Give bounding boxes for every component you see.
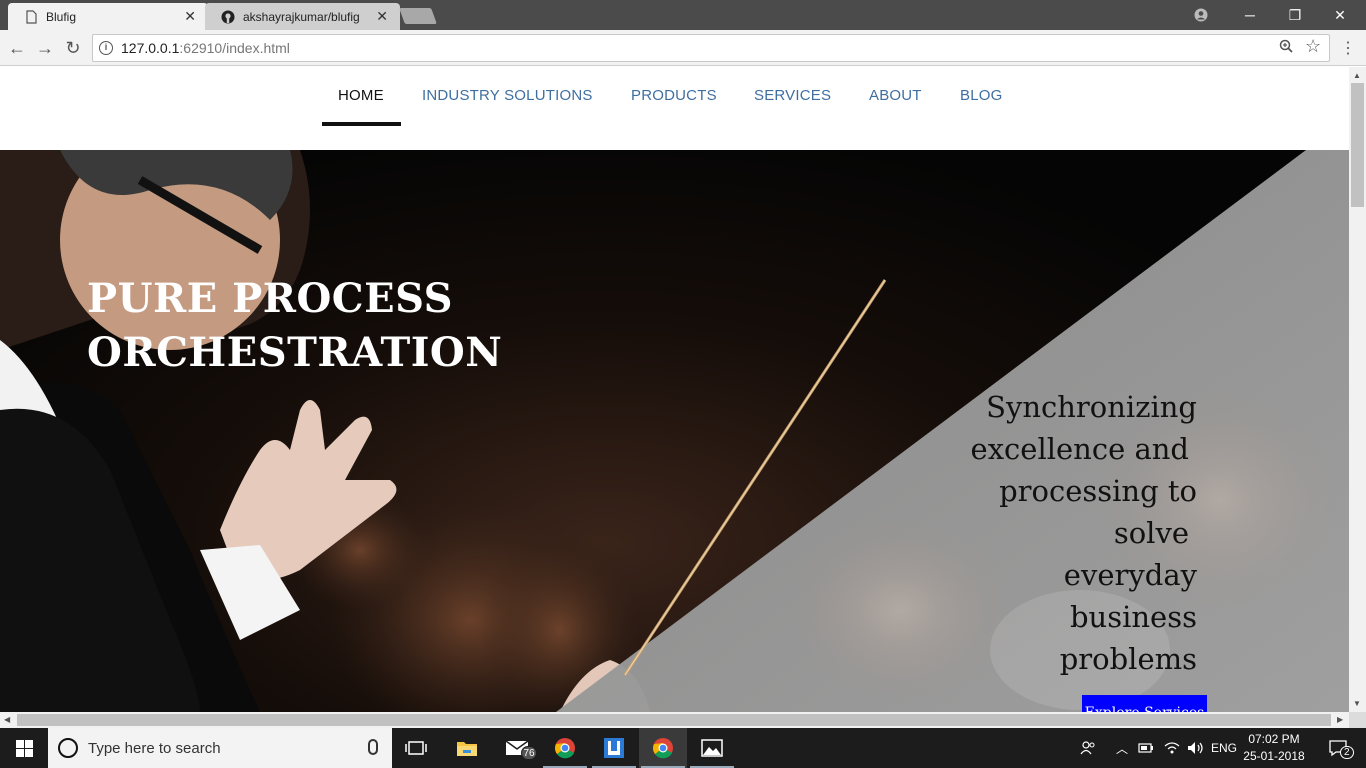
hero-tagline: Synchronizing excellence and processing … xyxy=(935,386,1197,680)
address-bar[interactable]: i 127.0.0.1:62910/index.html ☆ xyxy=(92,34,1330,62)
windows-taskbar: Type here to search 76 ︿ ENG 07:02 PM 25… xyxy=(0,728,1366,768)
scroll-up-icon[interactable]: ▲ xyxy=(1353,71,1361,80)
tagline-line: processing to xyxy=(999,474,1197,508)
zoom-icon[interactable] xyxy=(1279,39,1293,57)
clock-time: 07:02 PM xyxy=(1248,732,1300,746)
tagline-line: excellence and xyxy=(970,432,1189,466)
forward-arrow-icon[interactable]: → xyxy=(33,36,57,60)
hero-title: PURE PROCESS ORCHESTRATION xyxy=(87,272,527,380)
task-view-icon[interactable] xyxy=(392,728,440,768)
windows-start-icon[interactable] xyxy=(0,728,48,768)
minimize-button[interactable]: ─ xyxy=(1227,0,1273,30)
scrollbar-corner xyxy=(1349,712,1366,728)
page-icon xyxy=(26,9,37,24)
tagline-line: business xyxy=(1069,600,1197,634)
wifi-icon[interactable] xyxy=(1160,728,1184,768)
profile-icon[interactable] xyxy=(1178,0,1224,30)
people-icon[interactable] xyxy=(1076,728,1100,768)
tagline-line: solve xyxy=(1113,516,1189,550)
battery-icon[interactable] xyxy=(1136,728,1156,768)
horizontal-scrollbar[interactable]: ◀ ▶ xyxy=(0,712,1349,728)
app-icon[interactable] xyxy=(590,728,638,768)
mail-badge: 76 xyxy=(521,746,537,760)
nav-services[interactable]: SERVICES xyxy=(754,87,831,104)
tagline-line: everyday xyxy=(1063,558,1197,592)
nav-about[interactable]: ABOUT xyxy=(869,87,922,104)
volume-icon[interactable] xyxy=(1184,728,1208,768)
clock-date: 25-01-2018 xyxy=(1243,749,1305,763)
photos-icon[interactable] xyxy=(688,728,736,768)
restore-button[interactable]: ❐ xyxy=(1272,0,1318,30)
chevron-up-icon[interactable]: ︿ xyxy=(1112,728,1132,768)
active-nav-indicator xyxy=(322,122,401,126)
url-path: :62910/index.html xyxy=(179,40,290,56)
hero-banner: PURE PROCESS ORCHESTRATION Synchronizing… xyxy=(0,150,1349,712)
hero-title-line: ORCHESTRATION xyxy=(87,329,503,376)
cortana-icon xyxy=(58,738,78,758)
tab-blufig[interactable]: Blufig ✕ xyxy=(8,3,208,30)
nav-home[interactable]: HOME xyxy=(338,87,384,104)
tab-github[interactable]: akshayrajkumar/blufig ✕ xyxy=(205,3,400,30)
tab-title: Blufig xyxy=(46,9,77,24)
scroll-down-icon[interactable]: ▼ xyxy=(1353,699,1361,708)
chrome-icon[interactable] xyxy=(541,728,589,768)
browser-toolbar: ← → ↻ i 127.0.0.1:62910/index.html ☆ ⋮ xyxy=(0,30,1366,66)
scroll-right-icon[interactable]: ▶ xyxy=(1337,715,1343,724)
page-viewport: HOME INDUSTRY SOLUTIONS PRODUCTS SERVICE… xyxy=(0,67,1349,712)
nav-industry-solutions[interactable]: INDUSTRY SOLUTIONS xyxy=(422,87,593,104)
explore-services-button[interactable]: Explore Services xyxy=(1082,695,1207,712)
site-navbar: HOME INDUSTRY SOLUTIONS PRODUCTS SERVICE… xyxy=(0,67,1349,150)
clock[interactable]: 07:02 PM 25-01-2018 xyxy=(1240,731,1308,765)
url-host: 127.0.0.1 xyxy=(121,40,180,56)
file-explorer-icon[interactable] xyxy=(443,728,491,768)
info-icon[interactable]: i xyxy=(99,41,113,55)
tagline-line: Synchronizing xyxy=(986,390,1197,424)
scroll-thumb[interactable] xyxy=(1351,83,1364,207)
github-icon xyxy=(221,10,235,23)
vertical-scrollbar[interactable]: ▲ ▼ xyxy=(1349,67,1366,712)
scroll-left-icon[interactable]: ◀ xyxy=(4,715,10,724)
microphone-icon[interactable] xyxy=(368,739,378,755)
close-window-button[interactable]: ✕ xyxy=(1317,0,1363,30)
scroll-thumb[interactable] xyxy=(17,714,1331,726)
hero-title-line: PURE PROCESS xyxy=(87,275,453,322)
language-indicator[interactable]: ENG xyxy=(1210,728,1238,768)
notification-count: 2 xyxy=(1340,746,1354,759)
back-arrow-icon[interactable]: ← xyxy=(5,36,29,60)
close-icon[interactable]: ✕ xyxy=(184,8,196,25)
notification-icon[interactable]: 2 xyxy=(1318,728,1358,768)
browser-tab-strip: Blufig ✕ akshayrajkumar/blufig ✕ ─ ❐ ✕ xyxy=(0,0,1366,30)
bookmark-star-icon[interactable]: ☆ xyxy=(1305,36,1321,57)
close-icon[interactable]: ✕ xyxy=(376,8,388,25)
nav-products[interactable]: PRODUCTS xyxy=(631,87,717,104)
chrome-icon[interactable] xyxy=(639,728,687,768)
nav-blog[interactable]: BLOG xyxy=(960,87,1002,104)
tab-title: akshayrajkumar/blufig xyxy=(243,9,360,24)
search-placeholder: Type here to search xyxy=(88,739,221,757)
new-tab-button[interactable] xyxy=(399,8,437,24)
menu-icon[interactable]: ⋮ xyxy=(1340,38,1356,58)
reload-icon[interactable]: ↻ xyxy=(61,36,85,60)
tagline-line: problems xyxy=(1059,642,1197,676)
taskbar-search-box[interactable]: Type here to search xyxy=(48,728,392,768)
mail-icon[interactable]: 76 xyxy=(493,728,541,768)
